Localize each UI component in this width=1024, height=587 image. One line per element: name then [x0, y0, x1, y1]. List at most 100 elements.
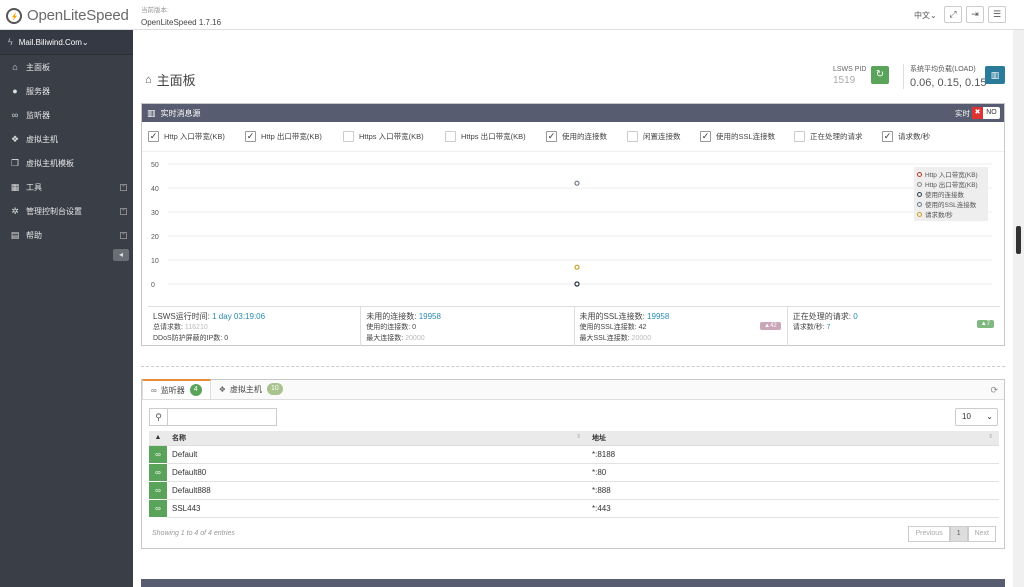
page-size-select[interactable]: 10 ⌄ — [955, 408, 998, 426]
page-number-button[interactable]: 1 — [949, 526, 968, 542]
page-scrollbar[interactable] — [1013, 30, 1024, 587]
menu-button[interactable]: ☰ — [988, 6, 1006, 23]
listener-name[interactable]: Default80 — [167, 463, 587, 482]
column-label: 地址 — [592, 434, 606, 442]
checkbox-processing[interactable]: 正在处理的请求 — [794, 131, 882, 142]
sidebar-item-dashboard[interactable]: ⌂ 主面板 — [0, 55, 133, 79]
realtime-panel: ▥ 实时消息源 实时 ✖ NO ✓ Http 入口带宽(KB) ✓ Http 出口带… — [141, 103, 1005, 346]
sidebar-item-label: 工具 — [26, 182, 42, 192]
sidebar-item-help[interactable]: ▤ 帮助 + — [0, 223, 133, 247]
sidebar-item-server[interactable]: ● 服务器 — [0, 79, 133, 103]
legend-item: Http 入口带宽(KB) — [917, 169, 985, 179]
sidebar-item-label: 帮助 — [26, 230, 42, 240]
search-icon: ⚲ — [149, 408, 167, 426]
checkbox-http-in[interactable]: ✓ Http 入口带宽(KB) — [148, 131, 245, 142]
y-tick-label: 50 — [151, 162, 159, 169]
expand-icon[interactable]: + — [120, 183, 127, 191]
tab-listeners[interactable]: ∞ 监听器 4 — [142, 379, 211, 399]
app-logo[interactable]: OpenLiteSpeed — [6, 7, 129, 24]
sign-out-icon: ⇥ — [971, 9, 979, 19]
column-header-name[interactable]: 名称 ⇕ — [167, 431, 587, 446]
checkbox-label: Http 出口带宽(KB) — [261, 132, 322, 141]
listener-name[interactable]: Default888 — [167, 481, 587, 500]
sidebar: ϟ Mail.Biliwind.Com ⌄ ⌂ 主面板 ● 服务器 ∞ 监听器 ❖ 虚拟… — [0, 30, 133, 587]
y-tick-label: 10 — [151, 258, 159, 265]
stat-label: 使用的连接数: — [366, 324, 413, 331]
page-size-value: 10 — [962, 412, 971, 421]
checkbox-label: 闲置连接数 — [643, 132, 681, 141]
restart-button[interactable]: ↻ — [871, 66, 889, 84]
next-button[interactable]: Next — [967, 526, 996, 542]
expand-icon[interactable]: + — [120, 231, 127, 239]
expand-icon[interactable]: + — [120, 207, 127, 215]
refresh-icon: ↻ — [875, 69, 885, 80]
legend-marker — [917, 181, 922, 187]
checkbox-box: ✓ — [546, 131, 557, 142]
globe-icon: ● — [12, 86, 18, 96]
stat-value: 7 — [826, 324, 831, 331]
stat-label: 请求数/秒: — [792, 324, 827, 331]
table-row[interactable]: ∞ Default888 *:888 — [149, 481, 999, 500]
load-label: 系统平均负载(LOAD) — [910, 66, 976, 73]
stat-value: 0 — [224, 335, 229, 342]
sidebar-item-label: 虚拟主机模板 — [26, 158, 74, 168]
logout-button[interactable]: ⇥ — [966, 6, 984, 23]
chevron-down-icon: ⌄ — [930, 11, 937, 20]
data-point[interactable] — [574, 180, 580, 186]
close-icon: ✖ — [972, 107, 983, 119]
listener-name[interactable]: SSL443 — [167, 499, 587, 518]
stat-label: LSWS运行时间: — [153, 312, 213, 321]
app-name: OpenLiteSpeed — [27, 7, 129, 24]
sidebar-item-vhost-templates[interactable]: ❐ 虚拟主机模板 — [0, 151, 133, 175]
sidebar-item-virtual-hosts[interactable]: ❖ 虚拟主机 — [0, 127, 133, 151]
sidebar-collapse-button[interactable]: ◂ — [113, 249, 129, 261]
divider — [141, 366, 1005, 367]
listener-address: *:80 — [587, 463, 999, 482]
checkbox-https-out[interactable]: Https 出口带宽(KB) — [445, 131, 546, 142]
previous-button[interactable]: Previous — [908, 526, 950, 542]
table-row[interactable]: ∞ Default *:8188 — [149, 445, 999, 464]
checkbox-https-in[interactable]: Https 入口带宽(KB) — [343, 131, 445, 142]
realtime-title: 实时消息源 — [160, 108, 201, 118]
sidebar-item-label: 监听器 — [26, 110, 50, 120]
fullscreen-button[interactable]: ⤢ — [944, 6, 962, 23]
stat-label: 未用的SSL连接数: — [579, 312, 648, 321]
listener-name[interactable]: Default — [167, 445, 587, 464]
stat-label: 最大SSL连接数: — [579, 335, 632, 342]
checkbox-box: ✓ — [245, 131, 256, 142]
sidebar-item-listeners[interactable]: ∞ 监听器 — [0, 103, 133, 127]
scrollbar-thumb[interactable] — [1016, 226, 1021, 254]
checkbox-http-out[interactable]: ✓ Http 出口带宽(KB) — [245, 131, 343, 142]
table-row[interactable]: ∞ Default80 *:80 — [149, 463, 999, 482]
sort-icon[interactable]: ▲ — [149, 431, 167, 446]
checkbox-box: ✓ — [148, 131, 159, 142]
tab-virtual-hosts[interactable]: ❖ 虚拟主机 10 — [211, 379, 291, 399]
expand-icon: ⤢ — [949, 9, 957, 19]
sidebar-item-label: 主面板 — [26, 62, 50, 72]
column-header-address[interactable]: 地址 ⇕ — [587, 431, 999, 446]
listener-address: *:888 — [587, 481, 999, 500]
stat-uptime: LSWS运行时间: 1 day 03:19:06 总请求数: 116210 DD… — [148, 307, 362, 346]
language-selector[interactable]: 中文⌄ — [914, 10, 937, 21]
count-badge: 4 — [189, 384, 202, 396]
lsws-pid: LSWS PID 1519 — [833, 66, 866, 86]
checkbox-idle-conn[interactable]: 闲置连接数 — [627, 131, 700, 142]
search-input[interactable] — [167, 408, 277, 426]
checkbox-used-ssl[interactable]: ✓ 使用的SSL连接数 — [700, 131, 794, 142]
sidebar-item-tools[interactable]: ▦ 工具 + — [0, 175, 133, 199]
checkbox-used-conn[interactable]: ✓ 使用的连接数 — [546, 131, 627, 142]
server-selector[interactable]: ϟ Mail.Biliwind.Com ⌄ — [0, 30, 133, 55]
realtime-toggle[interactable]: ✖ NO — [972, 107, 1000, 119]
table-row[interactable]: ∞ SSL443 *:443 — [149, 499, 999, 518]
sidebar-item-label: 虚拟主机 — [26, 134, 58, 144]
checkbox-req-per-sec[interactable]: ✓ 请求数/秒 — [882, 131, 930, 142]
stats-button[interactable]: ▥ — [985, 66, 1005, 84]
data-point[interactable] — [574, 281, 580, 287]
stat-value: 20000 — [405, 335, 425, 342]
legend-label: 使用的SSL连接数 — [925, 202, 977, 209]
data-point[interactable] — [574, 264, 580, 270]
sidebar-item-webadmin-settings[interactable]: ✲ 管理控制台设置 + — [0, 199, 133, 223]
refresh-icon[interactable]: ⟳ — [990, 385, 998, 396]
stat-label: 未用的连接数: — [366, 312, 419, 321]
legend-marker — [917, 201, 922, 207]
